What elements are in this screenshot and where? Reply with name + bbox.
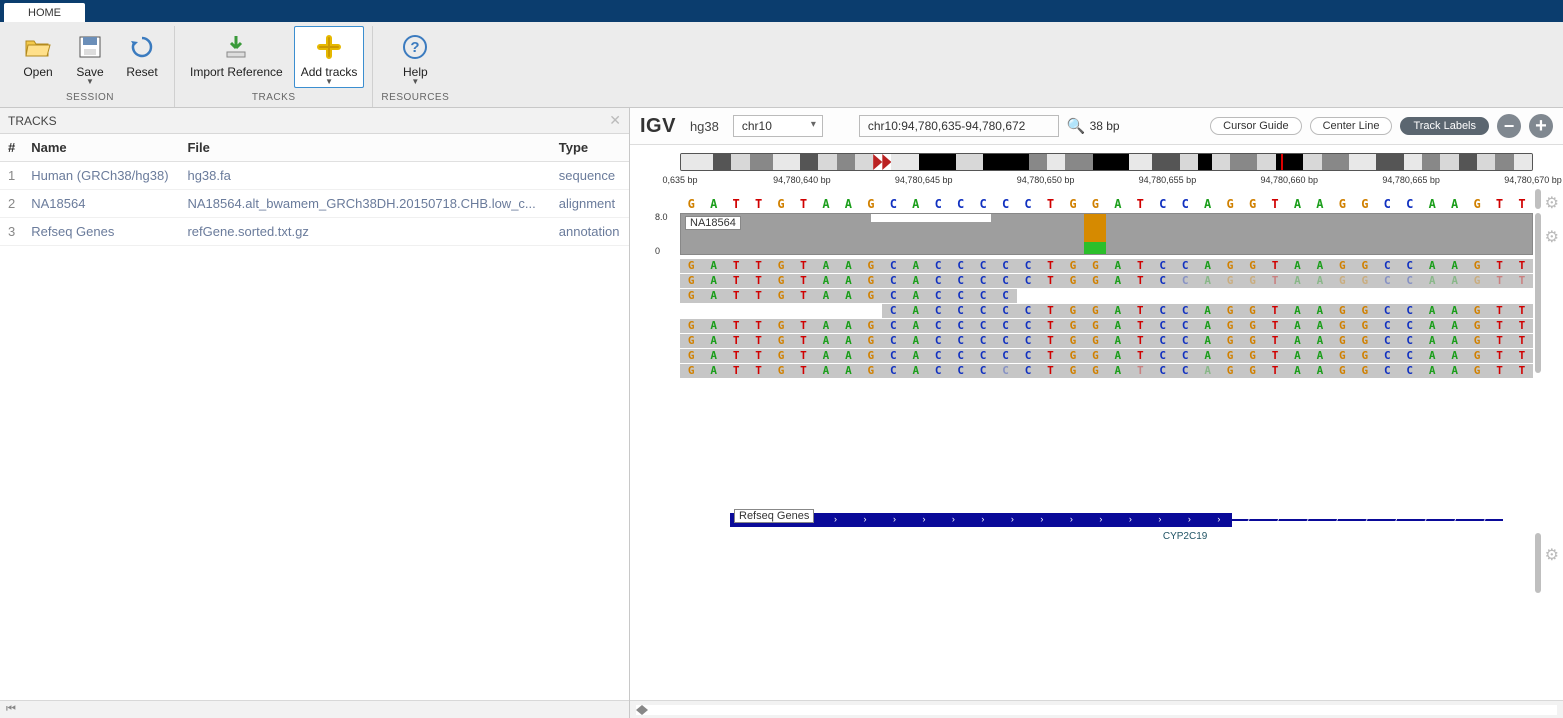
track-handle[interactable] xyxy=(1535,533,1541,593)
help-button[interactable]: ? Help ▼ xyxy=(391,26,439,88)
track-labels-button[interactable]: Track Labels xyxy=(1400,117,1489,135)
chevron-down-icon: ▼ xyxy=(86,79,94,85)
alignment-read[interactable]: GATTGTAAGCACCCCCTGGATCCAGGTAAGGCCAAGTT xyxy=(680,274,1533,288)
right-statusbar xyxy=(630,700,1563,718)
alignment-read[interactable]: GATTGTAAGCACCCCCTGGATCCAGGTAAGGCCAAGTT xyxy=(680,364,1533,378)
alignment-track-area: ⚙ ⚙ 8.0 0 NA18564 GATTGTAAGCACCCCCTGGATC… xyxy=(680,213,1533,549)
folder-open-icon xyxy=(22,31,54,63)
cursor-guide-button[interactable]: Cursor Guide xyxy=(1210,117,1301,135)
track-handle[interactable] xyxy=(1535,189,1541,209)
table-row[interactable]: 1Human (GRCh38/hg38)hg38.fasequence xyxy=(0,162,629,190)
left-statusbar: ⏮ xyxy=(0,700,629,718)
svg-text:?: ? xyxy=(411,39,420,56)
ribbon-group-tracks: Import Reference Add tracks ▼ TRACKS xyxy=(175,26,373,107)
alignment-read[interactable]: GATTGTAAGCACCCCCTGGATCCAGGTAAGGCCAAGTT xyxy=(680,259,1533,273)
coverage-track[interactable]: 8.0 0 NA18564 xyxy=(680,213,1533,255)
gene-name-label: CYP2C19 xyxy=(1163,531,1207,542)
alignment-read[interactable]: GATTGTAAGCACCCCCTGGATCCAGGTAAGGCCAAGTT xyxy=(680,334,1533,348)
search-span: 🔍 38 bp xyxy=(1067,117,1120,135)
ribbon-caption-resources: RESOURCES xyxy=(381,90,449,107)
col-file[interactable]: File xyxy=(179,134,550,162)
gene-direction-arrows: › › › › › › › › › › › › › › › › › › › › … xyxy=(745,514,1487,524)
ideogram-locus-marker xyxy=(1281,153,1283,171)
reference-sequence: GATTGTAAGCACCCCCTGGATCCAGGTAAGGCCAAGTT xyxy=(680,197,1533,211)
ribbon: Open Save ▼ Reset SESSION xyxy=(0,22,1563,108)
igv-logo: IGV xyxy=(640,115,676,138)
coverage-min: 0 xyxy=(655,246,660,256)
coverage-label: NA18564 xyxy=(685,216,741,230)
gene-track[interactable]: Refseq Genes › › › › › › › › › › › › › ›… xyxy=(730,509,1503,549)
save-icon xyxy=(74,31,106,63)
ruler-tick: 94,780,655 bp xyxy=(1139,175,1197,185)
ruler-tick: 0,635 bp xyxy=(662,175,697,185)
alignment-reads[interactable]: GATTGTAAGCACCCCCTGGATCCAGGTAAGGCCAAGTTGA… xyxy=(680,259,1533,378)
genomic-ruler: 0,635 bp94,780,640 bp94,780,645 bp94,780… xyxy=(680,175,1533,195)
igv-genome-label: hg38 xyxy=(684,116,725,137)
main-split: TRACKS ✕ # Name File Type 1Human (GRCh38… xyxy=(0,108,1563,718)
gear-icon[interactable]: ⚙ xyxy=(1545,193,1559,213)
locus-input[interactable]: chr10:94,780,635-94,780,672 xyxy=(859,115,1059,137)
ruler-tick: 94,780,660 bp xyxy=(1261,175,1319,185)
alignment-read[interactable]: GATTGTAAGCACCCC xyxy=(680,289,1533,303)
scroll-right-icon[interactable] xyxy=(642,705,1557,715)
col-name[interactable]: Name xyxy=(23,134,179,162)
alignment-read[interactable]: CACCCCCTGGATCCAGGTAAGGCCAAGTT xyxy=(680,304,1533,318)
chromosome-select[interactable]: chr10 xyxy=(733,115,823,137)
track-handle[interactable] xyxy=(1535,213,1541,373)
tracks-table: # Name File Type 1Human (GRCh38/hg38)hg3… xyxy=(0,134,629,700)
ribbon-group-resources: ? Help ▼ RESOURCES xyxy=(373,26,457,107)
download-arrow-icon xyxy=(220,31,252,63)
coverage-gap xyxy=(871,214,991,222)
igv-panel: IGV hg38 chr10 chr10:94,780,635-94,780,6… xyxy=(630,108,1563,718)
gear-icon[interactable]: ⚙ xyxy=(1545,227,1559,247)
add-tracks-button[interactable]: Add tracks ▼ xyxy=(294,26,365,88)
ribbon-caption-tracks: TRACKS xyxy=(252,90,296,107)
chromosome-ideogram[interactable] xyxy=(680,153,1533,171)
close-icon[interactable]: ✕ xyxy=(609,112,621,129)
help-icon: ? xyxy=(399,31,431,63)
coverage-max: 8.0 xyxy=(655,212,668,222)
import-reference-button[interactable]: Import Reference xyxy=(183,26,290,88)
alignment-read[interactable]: GATTGTAAGCACCCCCTGGATCCAGGTAAGGCCAAGTT xyxy=(680,319,1533,333)
coverage-variant xyxy=(1084,242,1107,254)
gene-track-label: Refseq Genes xyxy=(734,509,814,523)
igv-toolbar: IGV hg38 chr10 chr10:94,780,635-94,780,6… xyxy=(630,108,1563,145)
ruler-tick: 94,780,670 bp xyxy=(1504,175,1562,185)
open-button[interactable]: Open xyxy=(14,26,62,88)
center-line-button[interactable]: Center Line xyxy=(1310,117,1393,135)
plus-icon xyxy=(313,31,345,63)
ruler-tick: 94,780,640 bp xyxy=(773,175,831,185)
ruler-tick: 94,780,645 bp xyxy=(895,175,953,185)
tracks-panel: TRACKS ✕ # Name File Type 1Human (GRCh38… xyxy=(0,108,630,718)
ribbon-group-session: Open Save ▼ Reset SESSION xyxy=(6,26,175,107)
alignment-read[interactable]: GATTGTAAGCACCCCCTGGATCCAGGTAAGGCCAAGTT xyxy=(680,349,1533,363)
span-label: 38 bp xyxy=(1090,119,1120,133)
col-index[interactable]: # xyxy=(0,134,23,162)
tracks-panel-title: TRACKS xyxy=(8,114,57,128)
tab-home[interactable]: HOME xyxy=(4,3,85,22)
col-type[interactable]: Type xyxy=(551,134,629,162)
chevron-down-icon: ▼ xyxy=(411,79,419,85)
save-button[interactable]: Save ▼ xyxy=(66,26,114,88)
table-row[interactable]: 3Refseq GenesrefGene.sorted.txt.gzannota… xyxy=(0,218,629,246)
undo-icon xyxy=(126,31,158,63)
chevron-down-icon: ▼ xyxy=(325,79,333,85)
search-icon[interactable]: 🔍 xyxy=(1067,117,1086,135)
zoom-out-button[interactable]: − xyxy=(1497,114,1521,138)
ruler-tick: 94,780,650 bp xyxy=(1017,175,1075,185)
gear-icon[interactable]: ⚙ xyxy=(1545,545,1559,565)
ribbon-caption-session: SESSION xyxy=(66,90,114,107)
zoom-in-button[interactable]: + xyxy=(1529,114,1553,138)
table-row[interactable]: 2NA18564NA18564.alt_bwamem_GRCh38DH.2015… xyxy=(0,190,629,218)
tracks-panel-header: TRACKS ✕ xyxy=(0,108,629,134)
ruler-tick: 94,780,665 bp xyxy=(1382,175,1440,185)
reset-button[interactable]: Reset xyxy=(118,26,166,88)
rewind-icon[interactable]: ⏮ xyxy=(6,703,16,716)
app-titlebar: HOME xyxy=(0,0,1563,22)
